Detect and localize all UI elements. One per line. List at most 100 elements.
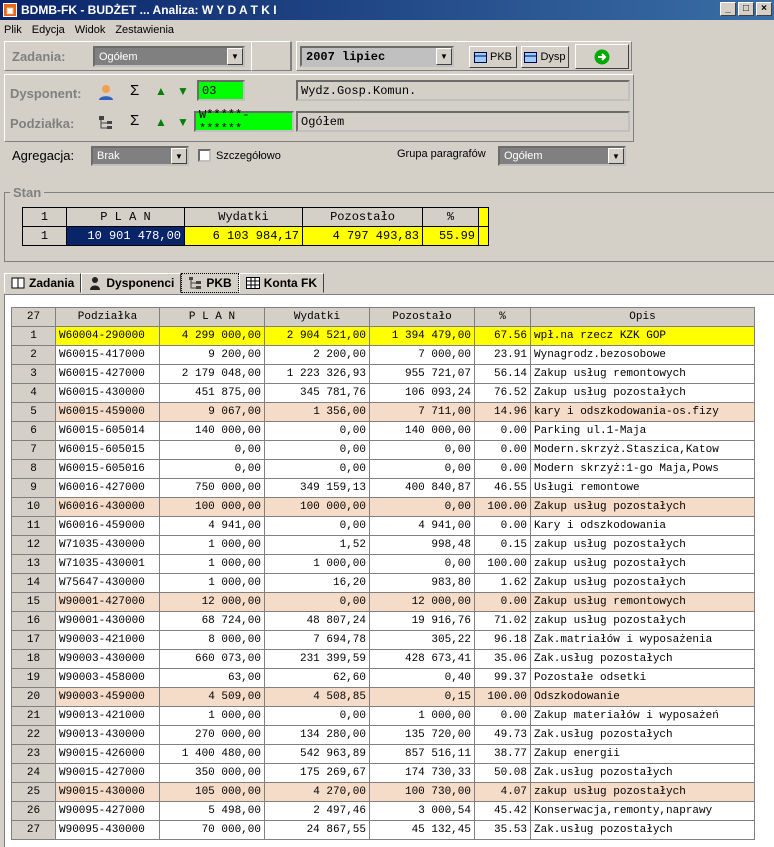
- podzialka-cell[interactable]: W90095-430000: [55, 820, 160, 840]
- pozostalo-cell[interactable]: 0,15: [369, 687, 475, 707]
- percent-cell[interactable]: 100.00: [474, 687, 531, 707]
- podzialka-cell[interactable]: W60016-427000: [55, 478, 160, 498]
- opis-cell[interactable]: Odszkodowanie: [530, 687, 755, 707]
- grid-header-cell[interactable]: 27: [11, 307, 56, 327]
- pozostalo-cell[interactable]: 857 516,11: [369, 744, 475, 764]
- opis-cell[interactable]: Usługi remontowe: [530, 478, 755, 498]
- opis-cell[interactable]: Zakup usług pozostałych: [530, 497, 755, 517]
- opis-cell[interactable]: Zakup usług remontowych: [530, 364, 755, 384]
- sum-icon[interactable]: Σ: [130, 112, 139, 129]
- table-row[interactable]: 5 W60015-459000 9 067,00 1 356,00 7 711,00 14…: [11, 402, 755, 422]
- podzialka-cell[interactable]: W90015-430000: [55, 782, 160, 802]
- opis-cell[interactable]: Zakup usług remontowych: [530, 592, 755, 612]
- podzialka-cell[interactable]: W60015-605014: [55, 421, 160, 441]
- grid-header-cell[interactable]: Pozostało: [369, 307, 475, 327]
- podzialka-cell[interactable]: W90001-430000: [55, 611, 160, 631]
- plan-cell[interactable]: 1 000,00: [159, 535, 265, 555]
- percent-cell[interactable]: 0.00: [474, 516, 531, 536]
- wydatki-cell[interactable]: 1,52: [264, 535, 370, 555]
- table-row[interactable]: 11 W60016-459000 4 941,00 0,00 4 941,00 0.00 K…: [11, 516, 755, 536]
- grid-header-cell[interactable]: Opis: [530, 307, 755, 327]
- podzialka-cell[interactable]: W60004-290000: [55, 326, 160, 346]
- wydatki-cell[interactable]: 1 223 326,93: [264, 364, 370, 384]
- plan-cell[interactable]: 2 179 048,00: [159, 364, 265, 384]
- podzialka-cell[interactable]: W90013-421000: [55, 706, 160, 726]
- plan-cell[interactable]: 451 875,00: [159, 383, 265, 403]
- pozostalo-cell[interactable]: 1 000,00: [369, 706, 475, 726]
- grid-header-cell[interactable]: Wydatki: [264, 307, 370, 327]
- opis-cell[interactable]: Parking ul.1-Maja: [530, 421, 755, 441]
- percent-cell[interactable]: 46.55: [474, 478, 531, 498]
- percent-cell[interactable]: 14.96: [474, 402, 531, 422]
- period-select[interactable]: 2007 lipiec ▼: [300, 46, 454, 67]
- pozostalo-cell[interactable]: 305,22: [369, 630, 475, 650]
- podzialka-cell[interactable]: W60015-605015: [55, 440, 160, 460]
- podzialka-cell[interactable]: W90003-459000: [55, 687, 160, 707]
- wydatki-cell[interactable]: 2 904 521,00: [264, 326, 370, 346]
- table-row[interactable]: 1 W60004-290000 4 299 000,00 2 904 521,00 1 …: [11, 326, 755, 346]
- plan-cell[interactable]: 4 299 000,00: [159, 326, 265, 346]
- wydatki-cell[interactable]: 48 807,24: [264, 611, 370, 631]
- plan-cell[interactable]: 270 000,00: [159, 725, 265, 745]
- wydatki-cell[interactable]: 175 269,67: [264, 763, 370, 783]
- percent-cell[interactable]: 71.02: [474, 611, 531, 631]
- wydatki-cell[interactable]: 4 270,00: [264, 782, 370, 802]
- grid-header-cell[interactable]: %: [474, 307, 531, 327]
- wydatki-cell[interactable]: 100 000,00: [264, 497, 370, 517]
- pozostalo-cell[interactable]: 1 394 479,00: [369, 326, 475, 346]
- arrow-up-icon[interactable]: ▲: [155, 115, 167, 129]
- plan-cell[interactable]: 1 000,00: [159, 706, 265, 726]
- tree-icon[interactable]: [98, 115, 114, 131]
- menu-zestawienia[interactable]: Zestawienia: [115, 24, 174, 36]
- opis-cell[interactable]: zakup usług pozostałych: [530, 782, 755, 802]
- arrow-up-icon[interactable]: ▲: [155, 84, 167, 98]
- wydatki-cell[interactable]: 16,20: [264, 573, 370, 593]
- stan-pozostalo-cell[interactable]: 4 797 493,83: [302, 226, 423, 246]
- wydatki-cell[interactable]: 0,00: [264, 459, 370, 479]
- percent-cell[interactable]: 96.18: [474, 630, 531, 650]
- podzialka-cell[interactable]: W71035-430001: [55, 554, 160, 574]
- plan-cell[interactable]: 12 000,00: [159, 592, 265, 612]
- percent-cell[interactable]: 4.07: [474, 782, 531, 802]
- tab-konta-fk[interactable]: Konta FK: [238, 273, 325, 293]
- table-row[interactable]: 12 W71035-430000 1 000,00 1,52 998,48 0.15 zak…: [11, 535, 755, 555]
- plan-cell[interactable]: 68 724,00: [159, 611, 265, 631]
- wydatki-cell[interactable]: 7 694,78: [264, 630, 370, 650]
- percent-cell[interactable]: 45.42: [474, 801, 531, 821]
- percent-cell[interactable]: 35.53: [474, 820, 531, 840]
- opis-cell[interactable]: Konserwacja,remonty,naprawy: [530, 801, 755, 821]
- plan-cell[interactable]: 9 067,00: [159, 402, 265, 422]
- pozostalo-cell[interactable]: 106 093,24: [369, 383, 475, 403]
- plan-cell[interactable]: 0,00: [159, 459, 265, 479]
- table-row[interactable]: 9 W60016-427000 750 000,00 349 159,13 400 84…: [11, 478, 755, 498]
- plan-cell[interactable]: 70 000,00: [159, 820, 265, 840]
- opis-cell[interactable]: Zakup energii: [530, 744, 755, 764]
- percent-cell[interactable]: 49.73: [474, 725, 531, 745]
- plan-cell[interactable]: 1 400 480,00: [159, 744, 265, 764]
- table-row[interactable]: 20 W90003-459000 4 509,00 4 508,85 0,15 100.0…: [11, 687, 755, 707]
- plan-cell[interactable]: 4 509,00: [159, 687, 265, 707]
- wydatki-cell[interactable]: 0,00: [264, 516, 370, 536]
- pozostalo-cell[interactable]: 428 673,41: [369, 649, 475, 669]
- podzialka-cell[interactable]: W60015-417000: [55, 345, 160, 365]
- percent-cell[interactable]: 0.00: [474, 592, 531, 612]
- pozostalo-cell[interactable]: 0,40: [369, 668, 475, 688]
- table-row[interactable]: 17 W90003-421000 8 000,00 7 694,78 305,22 96.…: [11, 630, 755, 650]
- pozostalo-cell[interactable]: 140 000,00: [369, 421, 475, 441]
- opis-cell[interactable]: Modern.skrzyż.Staszica,Katow: [530, 440, 755, 460]
- podzialka-cell[interactable]: W60015-427000: [55, 364, 160, 384]
- dysp-button[interactable]: Dysp: [521, 46, 569, 68]
- table-row[interactable]: 3 W60015-427000 2 179 048,00 1 223 326,93 95…: [11, 364, 755, 384]
- plan-cell[interactable]: 750 000,00: [159, 478, 265, 498]
- pozostalo-cell[interactable]: 135 720,00: [369, 725, 475, 745]
- dysponent-code-input[interactable]: 03: [197, 80, 245, 101]
- percent-cell[interactable]: 23.91: [474, 345, 531, 365]
- wydatki-cell[interactable]: 24 867,55: [264, 820, 370, 840]
- table-row[interactable]: 7 W60015-605015 0,00 0,00 0,00 0.00 Modern.skr…: [11, 440, 755, 460]
- plan-cell[interactable]: 4 941,00: [159, 516, 265, 536]
- table-row[interactable]: 22 W90013-430000 270 000,00 134 280,00 135 7…: [11, 725, 755, 745]
- opis-cell[interactable]: Kary i odszkodowania: [530, 516, 755, 536]
- percent-cell[interactable]: 35.06: [474, 649, 531, 669]
- zadania-select[interactable]: Ogółem ▼: [93, 46, 245, 67]
- opis-cell[interactable]: Wynagrodz.bezosobowe: [530, 345, 755, 365]
